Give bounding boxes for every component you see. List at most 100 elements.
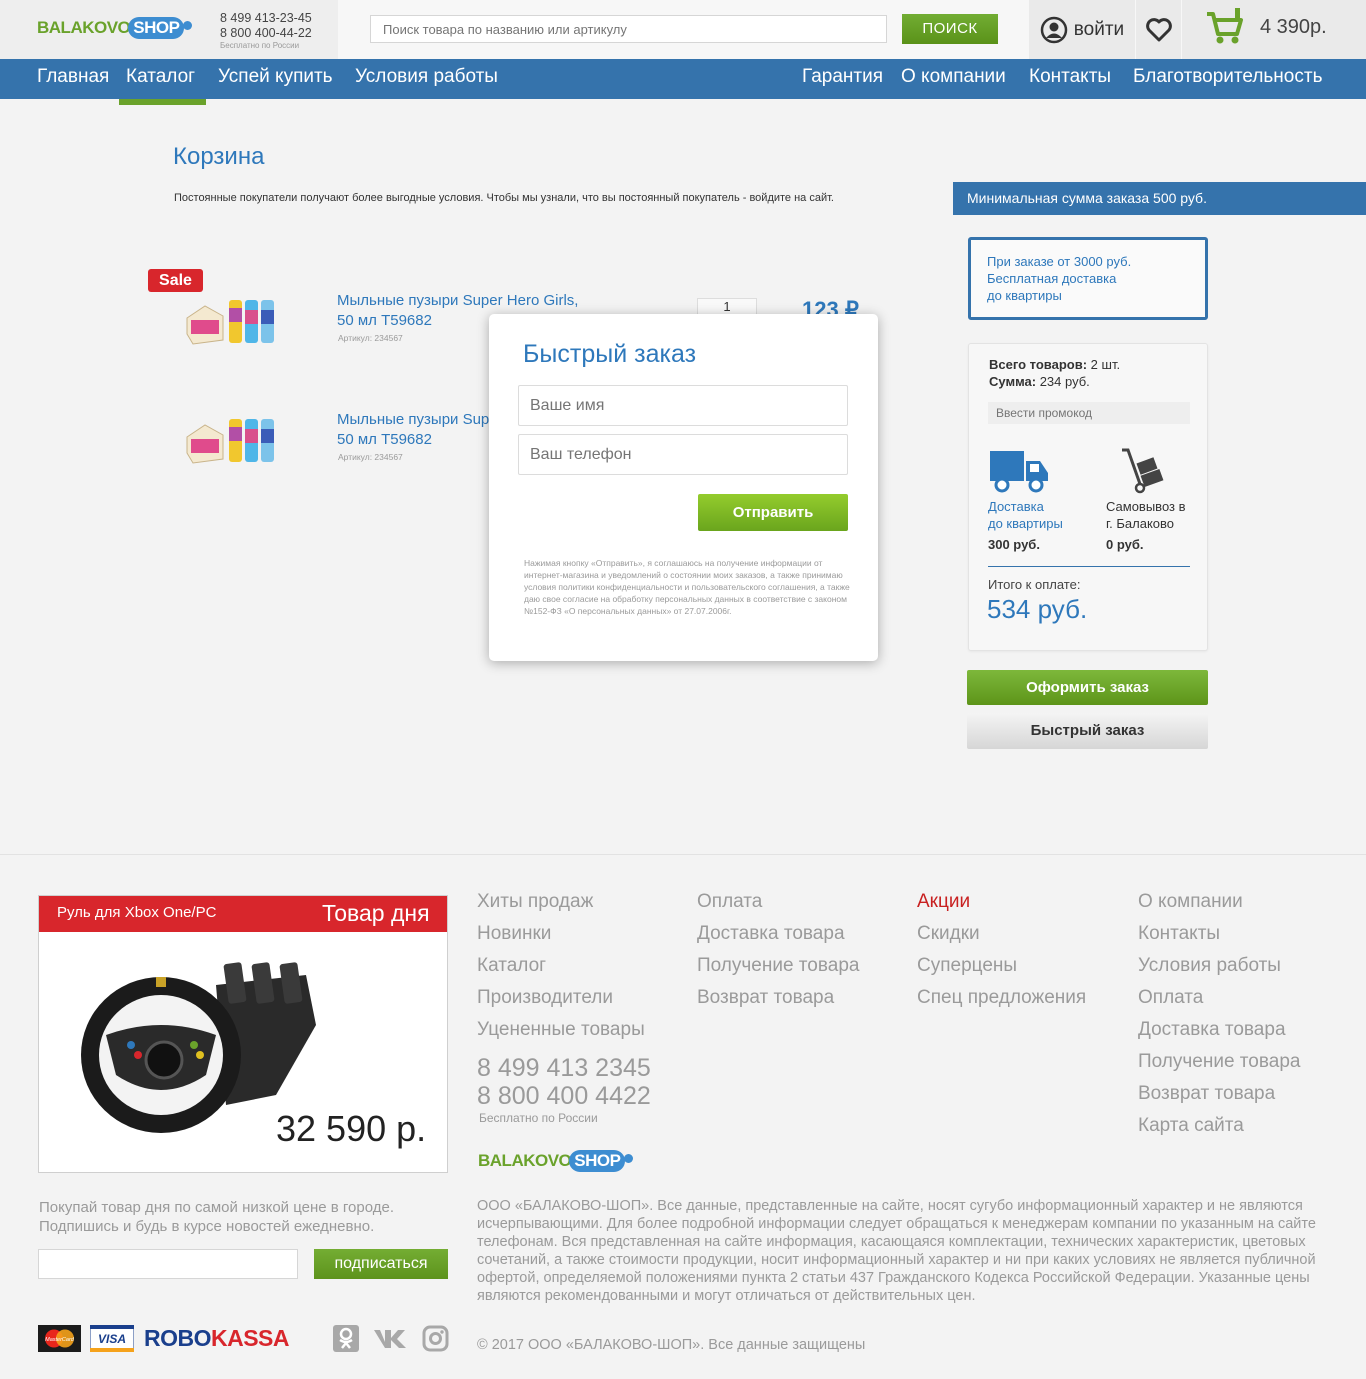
footer-phones: 8 499 413 2345 8 800 400 4422 xyxy=(477,1054,651,1110)
footer-link[interactable]: Акции xyxy=(917,886,1086,918)
footer-link[interactable]: Получение товара xyxy=(1138,1046,1300,1078)
robokassa-logo: ROBOKASSA xyxy=(144,1325,290,1352)
items-count-value: 2 шт. xyxy=(1090,357,1121,372)
checkout-button[interactable]: Оформить заказ xyxy=(967,670,1208,705)
loyalty-notice: Постоянные покупатели получают более выг… xyxy=(174,192,834,204)
promo-code-input[interactable] xyxy=(988,402,1190,424)
deal-price: 32 590 р. xyxy=(276,1108,427,1149)
items-sum-value: 234 руб. xyxy=(1039,374,1090,389)
nav-about[interactable]: О компании xyxy=(901,66,1006,88)
footer-link[interactable]: Доставка товара xyxy=(697,918,859,950)
phone-2[interactable]: 8 800 400-44-22 xyxy=(220,26,312,41)
odnoklassniki-icon[interactable] xyxy=(333,1325,359,1352)
subscribe-email-input[interactable] xyxy=(38,1249,298,1279)
footer-link[interactable]: Спец предложения xyxy=(917,982,1086,1014)
footer-link[interactable]: Получение товара xyxy=(697,950,859,982)
search-button[interactable]: ПОИСК xyxy=(902,14,998,44)
summary-divider xyxy=(988,566,1190,567)
deal-product-name[interactable]: Руль для Xbox One/PC xyxy=(57,904,216,921)
logo-text-balakovo: BALAKOVO xyxy=(478,1151,572,1170)
footer-link[interactable]: Оплата xyxy=(1138,982,1300,1014)
footer-link[interactable]: Оплата xyxy=(697,886,859,918)
pickup-option[interactable]: Самовывоз в г. Балаково 0 руб. xyxy=(1106,498,1186,552)
footer-link[interactable]: Хиты продаж xyxy=(477,886,645,918)
visa-label: VISA xyxy=(98,1332,126,1346)
user-icon xyxy=(1040,16,1068,43)
login-button[interactable]: войти xyxy=(1029,0,1135,59)
footer-link[interactable]: Доставка товара xyxy=(1138,1014,1300,1046)
logo[interactable]: BALAKOVO SHOP xyxy=(37,17,193,39)
subscribe-button[interactable]: подписаться xyxy=(314,1249,448,1279)
product-name-line: Мыльные пузыри Super Hero Girls, xyxy=(337,292,579,309)
logo-text-balakovo: BALAKOVO xyxy=(37,18,131,37)
consent-text: Нажимая кнопку «Отправить», я соглашаюсь… xyxy=(524,558,850,616)
free-shipping-line: до квартиры xyxy=(987,288,1062,303)
product-image[interactable] xyxy=(183,292,283,347)
footer-logo[interactable]: BALAKOVO SHOP xyxy=(478,1150,634,1172)
search-input[interactable] xyxy=(370,15,887,43)
free-shipping-line: Бесплатная доставка xyxy=(987,271,1117,286)
favorites-button[interactable] xyxy=(1136,0,1181,59)
product-sku: Артикул: 234567 xyxy=(338,452,403,462)
delivery-option[interactable]: Доставка до квартиры 300 руб. xyxy=(988,498,1063,552)
nav-warranty[interactable]: Гарантия xyxy=(802,66,883,88)
heart-icon xyxy=(1145,17,1172,41)
phone-note: Бесплатно по России xyxy=(220,41,300,50)
visa-logo: VISA xyxy=(90,1325,134,1352)
logo-text-shop: SHOP xyxy=(128,17,193,39)
subscribe-text: Покупай товар дня по самой низкой цене в… xyxy=(39,1199,395,1235)
free-shipping-box: При заказе от 3000 руб. Бесплатная доста… xyxy=(968,237,1208,320)
footer-link[interactable]: Возврат товара xyxy=(697,982,859,1014)
name-field[interactable] xyxy=(518,385,848,426)
pickup-price: 0 руб. xyxy=(1106,537,1144,552)
page-title: Корзина xyxy=(173,143,265,170)
phone-1[interactable]: 8 499 413-23-45 xyxy=(220,11,312,26)
items-count: Всего товаров: 2 шт. xyxy=(989,357,1120,372)
footer-link[interactable]: Скидки xyxy=(917,918,1086,950)
quick-order-button[interactable]: Быстрый заказ xyxy=(967,713,1208,749)
footer-link[interactable]: Производители xyxy=(477,982,645,1014)
footer-link[interactable]: Каталог xyxy=(477,950,645,982)
nav-contacts[interactable]: Контакты xyxy=(1029,66,1111,88)
instagram-icon[interactable] xyxy=(422,1325,449,1352)
footer-link[interactable]: Возврат товара xyxy=(1138,1078,1300,1110)
footer-link[interactable]: О компании xyxy=(1138,886,1300,918)
nav-catalog[interactable]: Каталог xyxy=(126,66,195,88)
nav-active-indicator xyxy=(119,99,206,105)
product-image[interactable] xyxy=(183,411,283,466)
items-count-label: Всего товаров: xyxy=(989,357,1088,372)
delivery-label: Доставка xyxy=(988,499,1044,514)
footer-col-catalog: Хиты продаж Новинки Каталог Производител… xyxy=(477,886,645,1046)
delivery-truck-icon[interactable] xyxy=(988,447,1052,493)
total-label: Итого к оплате: xyxy=(988,577,1081,592)
robokassa-part1: ROBO xyxy=(144,1325,212,1351)
deal-tag: Товар дня xyxy=(322,900,430,926)
copyright: © 2017 ООО «БАЛАКОВО-ШОП». Все данные за… xyxy=(477,1337,866,1353)
cart-icon xyxy=(1207,8,1243,44)
footer-link[interactable]: Контакты xyxy=(1138,918,1300,950)
delivery-price: 300 руб. xyxy=(988,537,1040,552)
nav-charity[interactable]: Благотворительность xyxy=(1133,66,1322,88)
phone-field[interactable] xyxy=(518,434,848,475)
footer-link[interactable]: Уцененные товары xyxy=(477,1014,645,1046)
footer-link[interactable]: Условия работы xyxy=(1138,950,1300,982)
pickup-cart-icon[interactable] xyxy=(1118,446,1170,494)
items-sum-label: Сумма: xyxy=(989,374,1037,389)
footer-link[interactable]: Новинки xyxy=(477,918,645,950)
nav-home[interactable]: Главная xyxy=(37,66,109,88)
cart-total[interactable]: 4 390р. xyxy=(1260,16,1327,39)
footer-link[interactable]: Суперцены xyxy=(917,950,1086,982)
robokassa-part2: KASSA xyxy=(211,1325,290,1351)
nav-terms[interactable]: Условия работы xyxy=(355,66,498,88)
login-label: войти xyxy=(1073,18,1125,40)
footer-phone[interactable]: 8 499 413 2345 xyxy=(477,1054,651,1082)
footer-legal: ООО «БАЛАКОВО-ШОП». Все данные, представ… xyxy=(477,1198,1316,1304)
footer-phone[interactable]: 8 800 400 4422 xyxy=(477,1082,651,1110)
total-value: 534 руб. xyxy=(987,594,1088,624)
vk-icon[interactable] xyxy=(373,1327,407,1349)
footer-link[interactable]: Карта сайта xyxy=(1138,1110,1300,1142)
mastercard-logo: MasterCard xyxy=(38,1325,81,1352)
min-order-banner: Минимальная сумма заказа 500 руб. xyxy=(953,182,1366,215)
nav-hurry[interactable]: Успей купить xyxy=(218,66,333,88)
submit-button[interactable]: Отправить xyxy=(698,494,848,531)
